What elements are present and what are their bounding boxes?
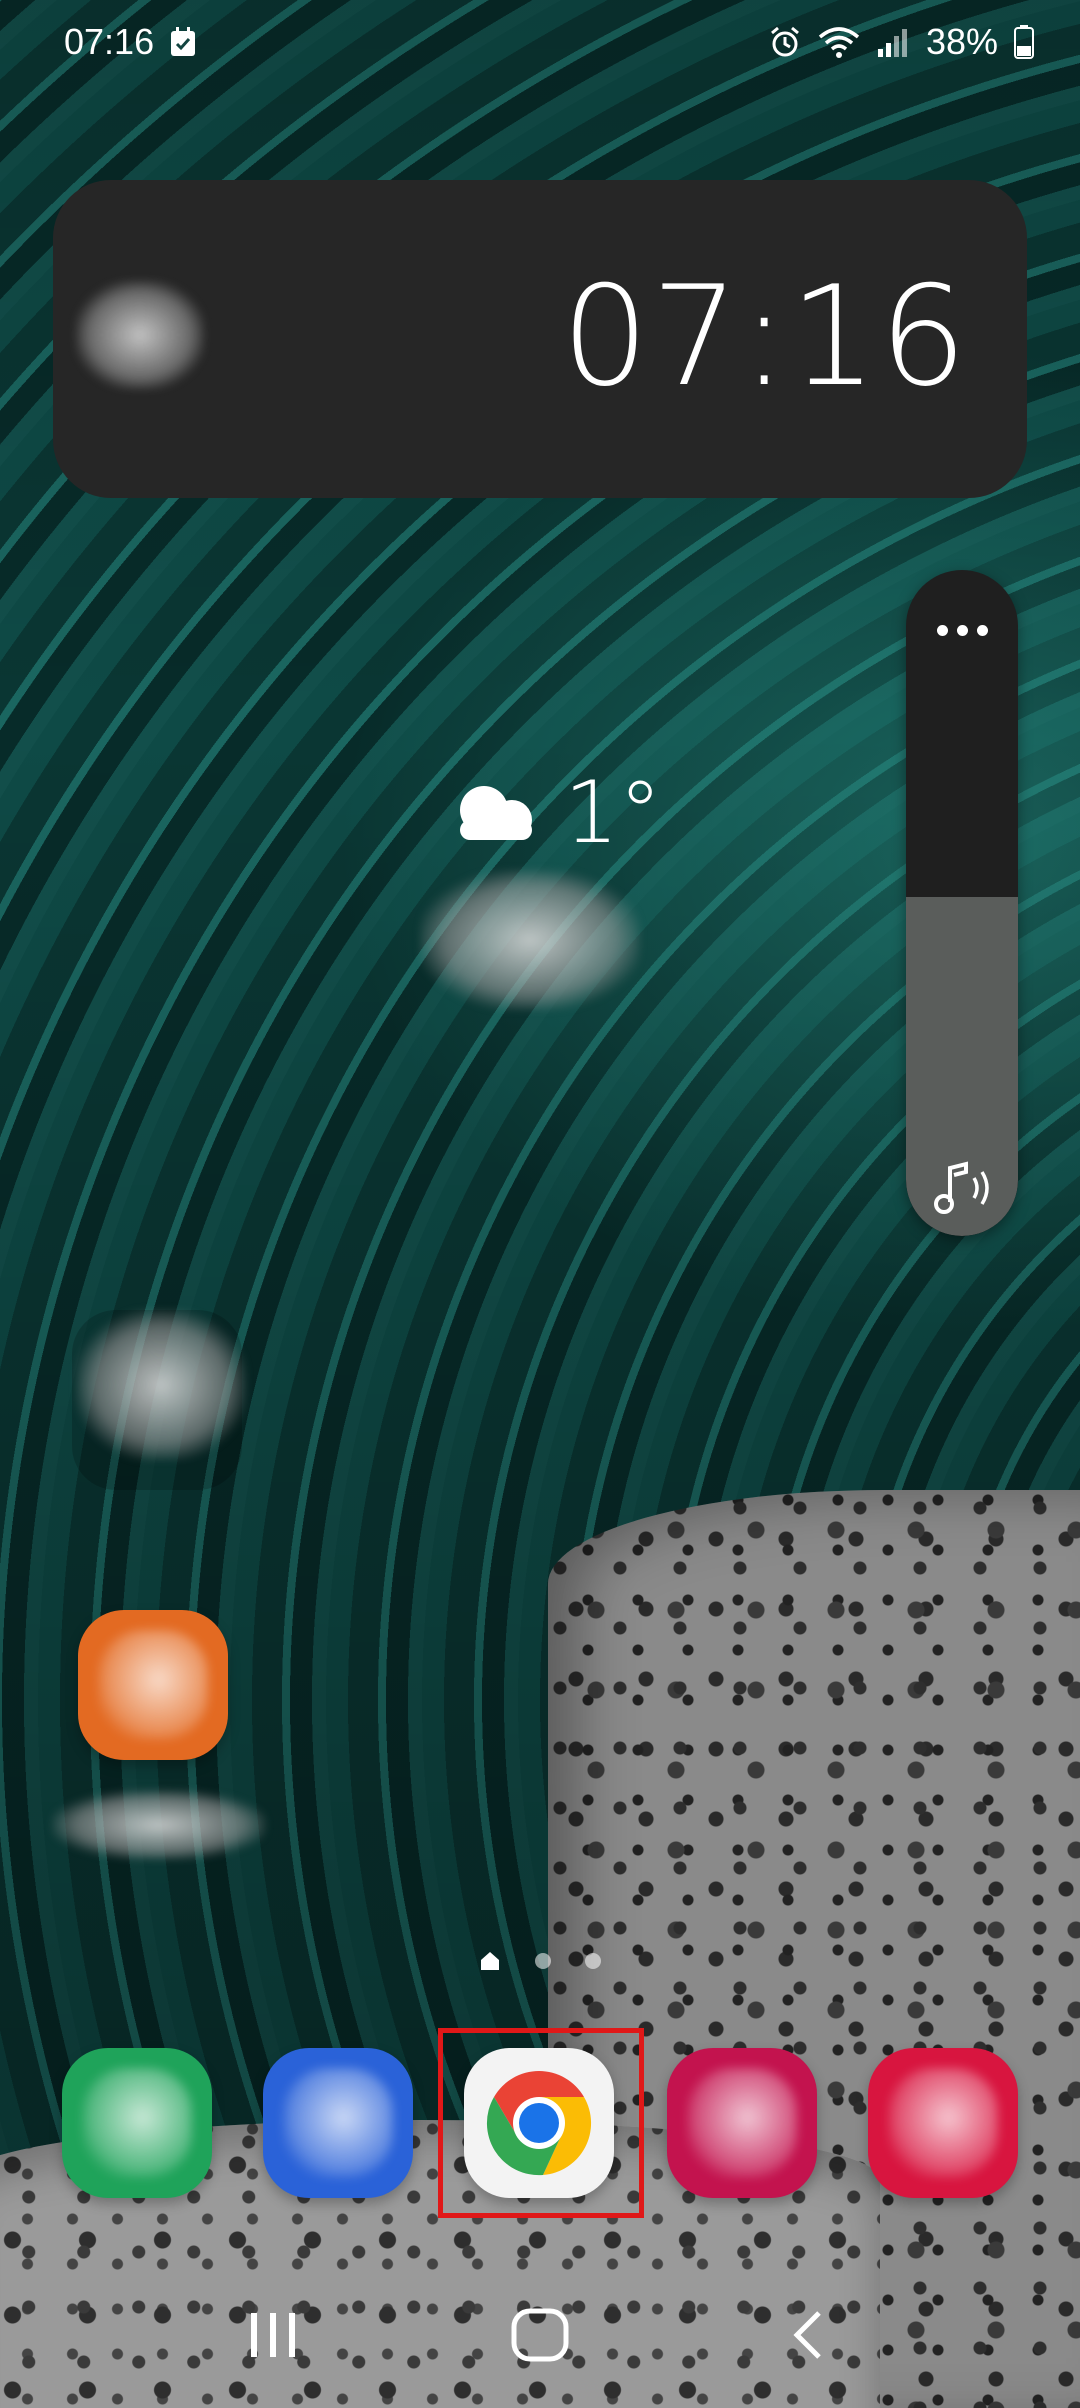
battery-percent: 38% — [925, 21, 998, 62]
clock-time: 07:16 — [561, 256, 969, 417]
weather-temperature: 1° — [564, 763, 662, 863]
page-dot[interactable] — [535, 1953, 551, 1969]
app-folder-blurred-content — [76, 1310, 246, 1460]
dock-green-app-icon[interactable] — [62, 2048, 212, 2198]
calendar-check-icon — [170, 27, 196, 57]
status-left: 07:16 — [64, 21, 196, 63]
navigation-bar — [0, 2280, 1080, 2390]
volume-slider[interactable] — [906, 690, 1018, 1236]
home-icon[interactable] — [485, 2280, 595, 2390]
weather-widget[interactable]: 1° — [448, 770, 662, 856]
status-time: 07:16 — [64, 21, 155, 62]
volume-panel[interactable] — [906, 570, 1018, 1236]
back-icon[interactable] — [752, 2280, 862, 2390]
wifi-icon — [818, 25, 860, 59]
home-app-icon[interactable] — [78, 1610, 228, 1760]
clock-widget[interactable]: 07:16 — [53, 180, 1027, 498]
weather-location-blurred — [420, 870, 640, 1010]
partly-cloudy-icon — [448, 776, 544, 851]
dock-blue-app-icon[interactable] — [263, 2048, 413, 2198]
status-right: 38% — [768, 21, 1034, 63]
signal-icon — [876, 27, 910, 57]
more-dots-icon[interactable] — [906, 610, 1018, 650]
home-page-icon[interactable] — [479, 1950, 501, 1972]
recent-apps-icon[interactable] — [218, 2280, 328, 2390]
clock-widget-blurred-icon — [75, 280, 205, 390]
home-app-label-blurred — [52, 1790, 266, 1860]
status-bar: 07:16 38% — [0, 0, 1080, 84]
battery-icon — [1014, 25, 1034, 59]
page-dot[interactable] — [585, 1953, 601, 1969]
chrome-logo-icon — [486, 2071, 592, 2176]
chrome-app-icon[interactable] — [464, 2048, 614, 2198]
dock-red-app-icon[interactable] — [868, 2048, 1018, 2198]
page-indicator — [0, 1950, 1080, 1972]
dock-magenta-app-icon[interactable] — [667, 2048, 817, 2198]
alarm-icon — [768, 25, 802, 59]
media-volume-icon — [932, 1158, 1000, 1218]
